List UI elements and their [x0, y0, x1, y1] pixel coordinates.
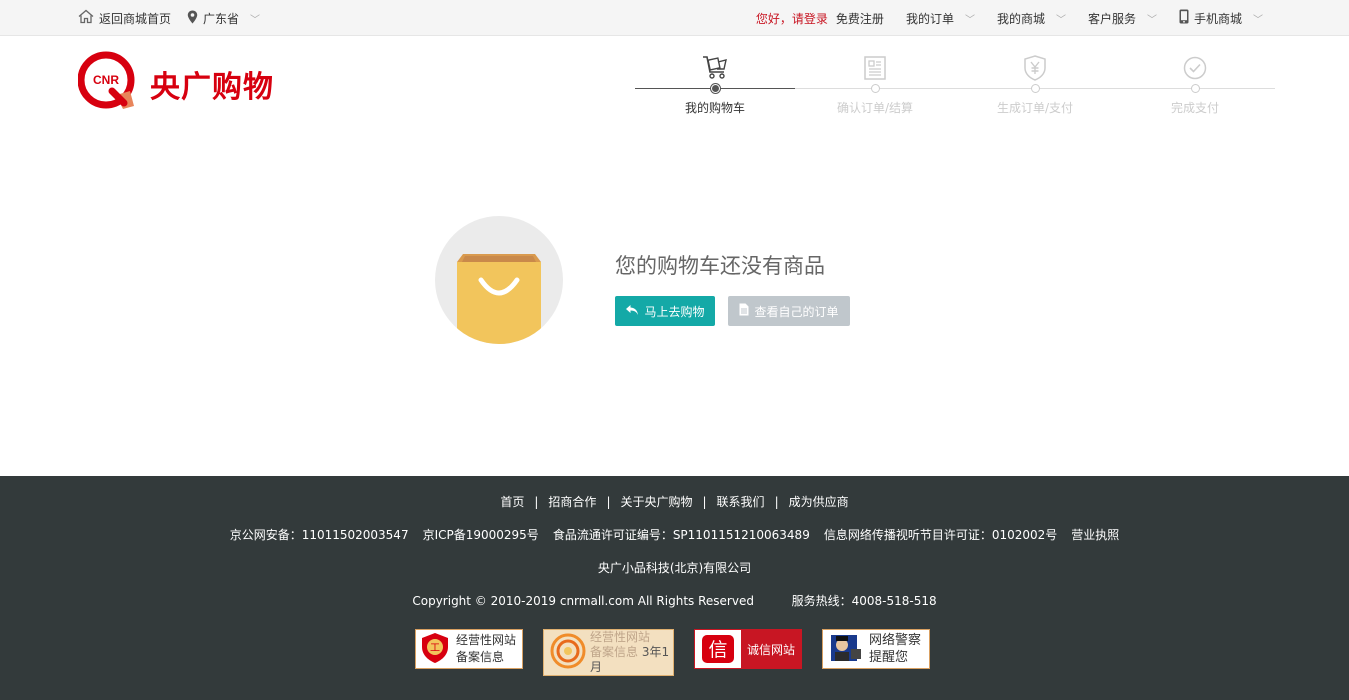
- svg-text:CNR: CNR: [93, 73, 119, 87]
- location-pin-icon: [187, 10, 198, 27]
- copyright-text: Copyright © 2010-2019 cnrmall.com All Ri…: [412, 594, 754, 608]
- yen-shield-icon: [1021, 54, 1049, 82]
- badge-business-record-2[interactable]: 经营性网站 备案信息 3年1月: [543, 629, 674, 676]
- footer-link-separator: |: [606, 495, 611, 509]
- footer-link-home[interactable]: 首页: [500, 495, 524, 509]
- my-orders-menu[interactable]: 我的订单 ﹀: [906, 10, 975, 27]
- footer-links: 首页 | 招商合作 | 关于央广购物 | 联系我们 | 成为供应商: [0, 493, 1349, 510]
- badge-trust-site[interactable]: 信 诚信网站: [694, 629, 802, 669]
- step-complete-payment: 完成支付: [1115, 52, 1275, 122]
- police-icon: [827, 631, 863, 668]
- step-label: 完成支付: [1170, 101, 1219, 115]
- my-orders-label: 我的订单: [905, 11, 954, 26]
- customer-service-label: 客户服务: [1087, 11, 1136, 26]
- location-selector[interactable]: 广东省 ﹀: [187, 10, 260, 27]
- mobile-mall-menu[interactable]: 手机商城 ﹀: [1179, 9, 1263, 27]
- badge-text: 备案信息: [456, 650, 505, 664]
- footer-link-business[interactable]: 招商合作: [548, 495, 596, 509]
- mobile-mall-label: 手机商城: [1193, 11, 1242, 26]
- service-hotline: 服务热线：4008-518-518: [791, 594, 937, 608]
- chevron-down-icon: ﹀: [964, 14, 975, 26]
- chevron-down-icon: ﹀: [250, 14, 261, 26]
- xin-seal-icon: 信: [695, 630, 741, 668]
- badge-cyber-police[interactable]: 网络警察 提醒您: [822, 629, 930, 669]
- reply-arrow-icon: [625, 304, 639, 319]
- footer-link-about[interactable]: 关于央广购物: [620, 495, 692, 509]
- step-dot: [871, 84, 880, 93]
- step-dot: [711, 84, 720, 93]
- register-link[interactable]: 免费注册: [836, 10, 884, 27]
- go-shopping-button[interactable]: 马上去购物: [615, 296, 715, 326]
- view-orders-label: 查看自己的订单: [754, 304, 839, 319]
- badge-text: 诚信网站: [741, 630, 801, 668]
- my-mall-label: 我的商城: [996, 11, 1045, 26]
- footer-licenses: 京公网安备：11011502003547 京ICP备19000295号 食品流通许可…: [0, 526, 1349, 543]
- customer-service-menu[interactable]: 客户服务 ﹀: [1088, 10, 1157, 27]
- logo-wordmark: 央广购物: [150, 70, 274, 105]
- site-logo[interactable]: CNR 央广购物: [77, 51, 274, 117]
- cart-icon: [701, 54, 729, 82]
- footer-link-separator: |: [702, 495, 707, 509]
- badge-text: 经营性网站: [456, 633, 517, 647]
- empty-cart-panel: 您的购物车还没有商品 马上去购物 查看自己的订单: [435, 216, 935, 346]
- empty-cart-message: 您的购物车还没有商品: [615, 254, 825, 278]
- document-icon: [861, 54, 889, 82]
- header: CNR 央广购物 我的购物车 确认订单/结算 生成订单/支付 完成支付: [0, 36, 1349, 126]
- step-label: 我的购物车: [684, 101, 745, 115]
- footer-link-separator: |: [534, 495, 539, 509]
- footer-company: 央广小品科技(北京)有限公司: [597, 561, 752, 575]
- license-icp[interactable]: 京ICP备19000295号: [423, 528, 539, 542]
- badge-text: 备案信息 3年1月: [590, 645, 670, 674]
- step-confirm-order: 确认订单/结算: [795, 52, 955, 122]
- step-dot: [1191, 84, 1200, 93]
- badge-text: 网络警察: [869, 633, 922, 648]
- check-circle-icon: [1181, 54, 1209, 82]
- empty-bag-illustration: [435, 216, 563, 344]
- mobile-phone-icon: [1179, 9, 1189, 27]
- view-orders-button[interactable]: 查看自己的订单: [728, 296, 850, 326]
- step-cart: 我的购物车: [635, 52, 795, 122]
- footer-link-separator: |: [774, 495, 779, 509]
- badge-business-record[interactable]: 工 经营性网站 备案信息: [415, 629, 523, 669]
- location-label: 广东省: [203, 11, 240, 26]
- chevron-down-icon: ﹀: [1253, 14, 1263, 26]
- site-footer: 首页 | 招商合作 | 关于央广购物 | 联系我们 | 成为供应商 京公网安备：11011502…: [0, 476, 1349, 700]
- file-text-icon: [739, 303, 749, 319]
- back-to-home-link[interactable]: 返回商城首页: [78, 9, 171, 27]
- footer-copyright-row: Copyright © 2010-2019 cnrmall.com All Ri…: [0, 592, 1349, 609]
- license-food: 食品流通许可证编号：SP1101151210063489: [552, 528, 810, 542]
- badge-text: 经营性网站: [590, 630, 651, 644]
- go-shopping-label: 马上去购物: [644, 304, 705, 319]
- svg-text:信: 信: [708, 639, 727, 661]
- license-business[interactable]: 营业执照: [1071, 528, 1119, 542]
- step-dot: [1031, 84, 1040, 93]
- chevron-down-icon: ﹀: [1055, 14, 1066, 26]
- badge-text: 提醒您: [869, 650, 909, 665]
- my-mall-menu[interactable]: 我的商城 ﹀: [997, 10, 1066, 27]
- footer-link-contact[interactable]: 联系我们: [717, 495, 765, 509]
- checkout-progress: 我的购物车 确认订单/结算 生成订单/支付 完成支付: [635, 52, 1275, 122]
- step-create-order: 生成订单/支付: [955, 52, 1115, 122]
- svg-text:工: 工: [430, 643, 440, 654]
- step-label: 生成订单/支付: [996, 101, 1074, 115]
- footer-link-supplier[interactable]: 成为供应商: [789, 495, 849, 509]
- chevron-down-icon: ﹀: [1146, 14, 1157, 26]
- home-icon: [78, 9, 94, 27]
- red-emblem-icon: 工: [420, 632, 450, 667]
- cnr-logo-icon: CNR: [77, 51, 136, 117]
- step-label: 确认订单/结算: [836, 101, 914, 115]
- orange-swirl-icon: [550, 633, 586, 672]
- back-to-home-label: 返回商城首页: [99, 11, 172, 26]
- license-police[interactable]: 京公网安备：11011502003547: [230, 528, 409, 542]
- login-link[interactable]: 您好，请登录: [756, 10, 828, 27]
- top-bar: 返回商城首页 广东省 ﹀ 您好，请登录 免费注册 我的订单 ﹀ 我的商城 ﹀ 客…: [0, 0, 1349, 36]
- license-av: 信息网络传播视听节目许可证：0102002号: [823, 528, 1058, 542]
